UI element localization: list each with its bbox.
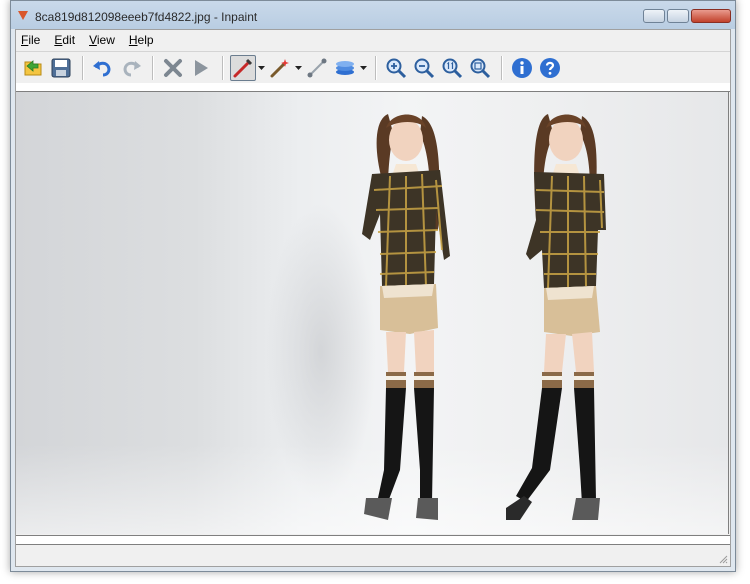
zoom-fit-icon [470,58,491,78]
client-area: File Edit View Help [15,29,731,567]
magic-wand-dropdown[interactable] [295,55,302,81]
chevron-down-icon [360,65,367,70]
menu-help[interactable]: Help [129,33,154,47]
window-controls [643,9,731,23]
run-icon [195,59,208,76]
zoom-out-icon [414,58,435,78]
toolbar-separator [375,55,377,80]
redo-icon [123,60,141,76]
help-button[interactable] [537,55,563,81]
marker-icon [233,58,253,77]
line-tool-button[interactable] [304,55,330,81]
open-button[interactable] [20,55,46,81]
info-button[interactable] [509,55,535,81]
marker-tool-button[interactable] [230,54,256,81]
layers-icon [336,60,354,75]
minimize-button[interactable] [643,9,665,23]
zoom-out-button[interactable] [411,55,437,81]
menu-edit[interactable]: Edit [54,33,75,47]
horizontal-scroll-strip [16,535,730,545]
window-title: 8ca819d812098eeeb7fd4822.jpg - Inpaint [35,10,258,24]
layers-button[interactable] [332,55,358,81]
toolbar-separator [82,55,84,80]
toolbar-separator [501,55,503,80]
menu-file[interactable]: File [21,33,40,47]
save-button[interactable] [48,55,74,81]
line-icon [307,58,327,77]
ruler-strip [16,83,730,92]
model-figure-right [506,114,606,520]
marker-dropdown[interactable] [258,55,265,81]
erase-selection-button[interactable] [160,55,186,81]
app-logo-icon [18,11,28,20]
chevron-down-icon [258,65,265,70]
zoom-actual-size-button[interactable] [439,55,465,81]
model-figure-left [362,114,450,520]
close-button[interactable] [691,9,731,23]
zoom-in-icon [386,58,407,78]
title-bar[interactable]: 8ca819d812098eeeb7fd4822.jpg - Inpaint [11,1,735,29]
save-icon [51,58,71,77]
undo-button[interactable] [90,55,116,81]
zoom-fit-button[interactable] [467,55,493,81]
undo-icon [93,60,111,76]
toolbar-separator [222,55,224,80]
menu-bar: File Edit View Help [16,30,730,50]
open-icon [24,59,42,75]
maximize-button[interactable] [667,9,689,23]
app-window: 8ca819d812098eeeb7fd4822.jpg - Inpaint F… [10,0,736,572]
info-icon [512,57,532,78]
zoom-actual-icon [442,58,463,78]
resize-grip-icon[interactable] [718,554,728,564]
redo-button[interactable] [118,55,144,81]
magic-wand-icon [270,58,289,77]
zoom-in-button[interactable] [383,55,409,81]
image-canvas[interactable] [16,92,729,534]
chevron-down-icon [295,65,302,70]
toolbar [16,51,730,84]
menu-view[interactable]: View [89,33,115,47]
status-bar [16,546,730,566]
help-icon [540,57,560,78]
run-button[interactable] [188,55,214,81]
erase-icon [164,58,182,77]
toolbar-separator [152,55,154,80]
magic-wand-button[interactable] [267,55,293,81]
layers-dropdown[interactable] [360,55,367,81]
